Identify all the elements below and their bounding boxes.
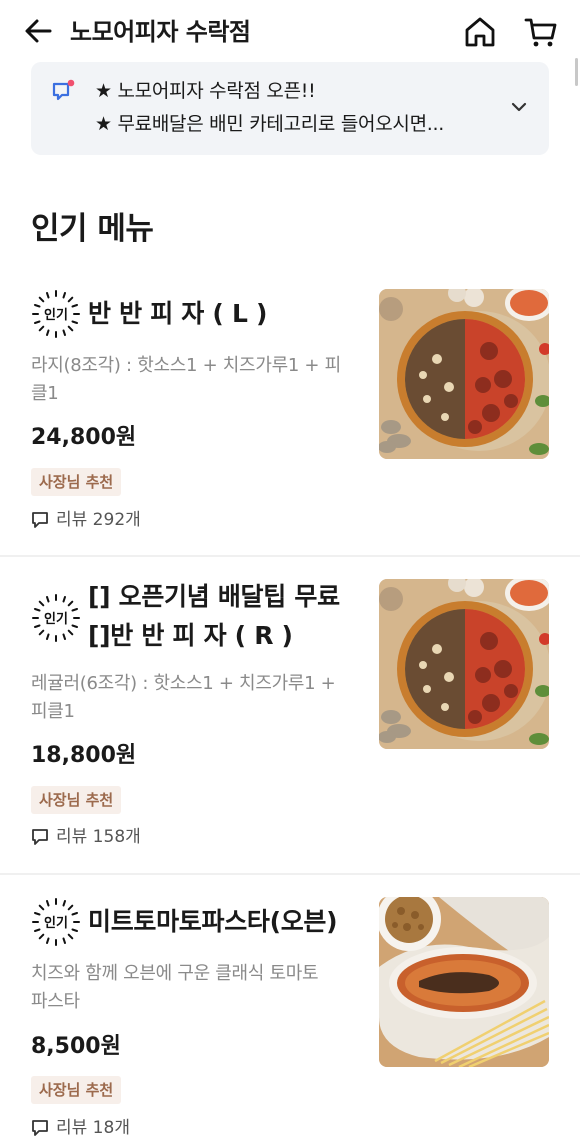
menu-description-line: 레귤러(6조각) : 핫소스1 + 치즈가루1 +	[31, 673, 336, 694]
menu-description: 레귤러(6조각) : 핫소스1 + 치즈가루1 + 피클1	[31, 670, 366, 726]
menu-description-line: 파스타	[31, 991, 80, 1012]
menu-item[interactable]: 인기 반 반 피 자 ( L ) 라지(8조각) : 핫소스1 + 치즈가루1 …	[0, 280, 580, 555]
owner-recommend-badge: 사장님 추천	[31, 786, 122, 814]
menu-name-line: [] 오픈기념 배달팁 무료	[88, 582, 340, 611]
home-button[interactable]	[462, 14, 498, 50]
top-app-bar: 노모어피자 수락점	[0, 0, 580, 64]
store-title: 노모어피자 수락점	[70, 18, 251, 46]
cart-icon	[524, 18, 557, 47]
menu-description: 치즈와 함께 오븐에 구운 클래식 토마토 파스타	[31, 960, 366, 1016]
review-count-label: 리뷰 158개	[56, 827, 141, 847]
menu-description-line: 클1	[31, 383, 59, 404]
notice-line-1: ★ 노모어피자 수락점 오픈!!	[95, 80, 316, 102]
menu-price: 18,800원	[31, 743, 137, 768]
menu-price: 8,500원	[31, 1034, 121, 1059]
menu-description: 라지(8조각) : 핫소스1 + 치즈가루1 + 피 클1	[31, 352, 366, 408]
menu-photo-meat-tomato-pasta	[379, 897, 549, 1067]
chevron-down-icon[interactable]	[507, 95, 531, 119]
speech-bubble-icon	[32, 1120, 48, 1136]
back-button[interactable]	[22, 14, 56, 48]
menu-name: [] 오픈기념 배달팁 무료 []반 반 피 자 ( R )	[88, 580, 368, 653]
home-icon	[465, 17, 495, 47]
popular-badge-label: 인기	[44, 307, 68, 323]
owner-recommend-badge: 사장님 추천	[31, 468, 122, 496]
arrow-left-icon	[25, 19, 52, 43]
popular-badge-icon: 인기	[32, 290, 80, 338]
popular-badge-label: 인기	[44, 915, 68, 931]
menu-name-line: 미트토마토파스타(오븐)	[88, 907, 338, 936]
menu-price: 24,800원	[31, 425, 137, 450]
menu-item[interactable]: 인기 [] 오픈기념 배달팁 무료 []반 반 피 자 ( R ) 레귤러(6조…	[0, 557, 580, 873]
owner-recommend-badge: 사장님 추천	[31, 1076, 122, 1104]
review-count-label: 리뷰 18개	[56, 1118, 130, 1138]
menu-name: 미트토마토파스타(오븐)	[88, 905, 368, 939]
popular-menu-heading: 인기 메뉴	[31, 211, 154, 247]
menu-name: 반 반 피 자 ( L )	[88, 297, 368, 331]
menu-photo-half-half-pizza	[379, 289, 549, 459]
popular-badge-icon: 인기	[32, 898, 80, 946]
menu-description-line: 피클1	[31, 701, 75, 722]
speech-bubble-icon	[32, 829, 48, 845]
menu-item[interactable]: 인기 미트토마토파스타(오븐) 치즈와 함께 오븐에 구운 클래식 토마토 파스…	[0, 875, 580, 1143]
menu-photo-half-half-pizza	[379, 579, 549, 749]
menu-name-line: []반 반 피 자 ( R )	[88, 621, 293, 650]
menu-description-line: 라지(8조각) : 핫소스1 + 치즈가루1 + 피	[31, 355, 341, 376]
store-notice-banner[interactable]: ★ 노모어피자 수락점 오픈!! ★ 무료배달은 배민 카테고리로 들어오시면.…	[31, 62, 549, 155]
menu-name-line: 반 반 피 자 ( L )	[88, 299, 268, 328]
menu-description-line: 치즈와 함께 오븐에 구운 클래식 토마토	[31, 963, 319, 984]
scrollbar[interactable]	[575, 58, 578, 86]
popular-badge-label: 인기	[44, 611, 68, 627]
cart-button[interactable]	[523, 14, 559, 50]
notice-line-2: ★ 무료배달은 배민 카테고리로 들어오시면...	[95, 113, 444, 135]
speech-bubble-icon	[32, 512, 48, 528]
popular-badge-icon: 인기	[32, 594, 80, 642]
review-count-label: 리뷰 292개	[56, 510, 141, 530]
megaphone-icon	[52, 79, 75, 101]
